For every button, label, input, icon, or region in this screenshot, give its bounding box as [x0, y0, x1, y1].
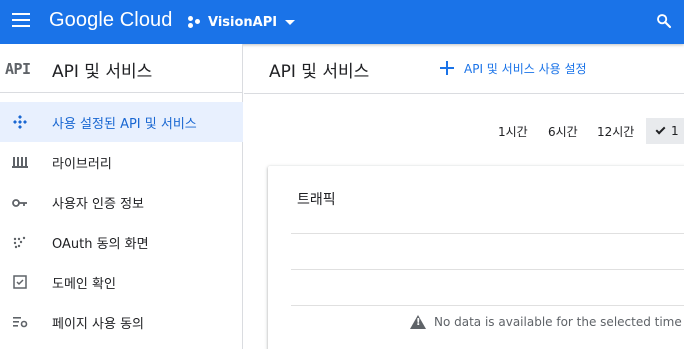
chart-gridline	[291, 269, 684, 270]
time-range-label: 12시간	[597, 124, 635, 139]
diamond-nodes-icon	[13, 115, 27, 129]
library-icon	[12, 157, 28, 168]
enable-apis-label: API 및 서비스 사용 설정	[464, 61, 587, 76]
key-icon	[12, 199, 27, 207]
search-icon[interactable]	[655, 12, 673, 30]
enable-apis-button[interactable]: API 및 서비스 사용 설정	[440, 57, 587, 79]
time-range-selected[interactable]: 1	[646, 118, 684, 144]
sidebar-header: API API 및 서비스	[0, 44, 243, 93]
project-icon	[188, 15, 202, 29]
menu-icon[interactable]	[12, 13, 30, 27]
sidebar: API API 및 서비스 사용 설정된 API 및 서비스 라이브러리 사용자…	[0, 44, 243, 349]
sidebar-item-label: OAuth 동의 화면	[52, 237, 149, 252]
google-cloud-logo[interactable]: Google Cloud	[49, 9, 173, 32]
sidebar-item-label: 도메인 확인	[52, 277, 116, 292]
sidebar-item-enabled-apis[interactable]: 사용 설정된 API 및 서비스	[0, 102, 243, 142]
chart-gridline	[291, 233, 684, 234]
top-app-bar: Google Cloud VisionAPI	[0, 0, 684, 44]
page-title: API 및 서비스	[269, 62, 370, 82]
time-range-label: 1시간	[498, 124, 528, 139]
time-range-label: 6시간	[548, 124, 578, 139]
oauth-dots-icon	[13, 236, 26, 249]
time-range-1h[interactable]: 1시간	[498, 118, 528, 144]
project-name: VisionAPI	[208, 14, 278, 30]
sidebar-item-oauth-consent[interactable]: OAuth 동의 화면	[0, 222, 243, 262]
api-logo-icon: API	[5, 60, 31, 78]
time-range-12h[interactable]: 12시간	[597, 118, 634, 144]
sidebar-item-page-usage-agreements[interactable]: 페이지 사용 동의	[0, 302, 243, 342]
sidebar-title: API 및 서비스	[52, 62, 153, 82]
settings-list-icon	[13, 317, 28, 328]
chart-gridline	[291, 305, 684, 306]
no-data-text: No data is available for the selected ti…	[434, 315, 684, 329]
sidebar-item-credentials[interactable]: 사용자 인증 정보	[0, 182, 243, 222]
chevron-down-icon	[285, 19, 296, 25]
warning-icon	[410, 315, 426, 329]
header-divider	[244, 93, 684, 94]
sidebar-item-domain-verification[interactable]: 도메인 확인	[0, 262, 243, 302]
project-selector[interactable]: VisionAPI	[188, 11, 296, 33]
sidebar-item-label: 라이브러리	[52, 157, 112, 172]
add-icon	[440, 61, 454, 75]
time-range-6h[interactable]: 6시간	[548, 118, 578, 144]
sidebar-item-label: 사용 설정된 API 및 서비스	[52, 117, 197, 132]
sidebar-item-label: 페이지 사용 동의	[52, 317, 144, 332]
checkbox-icon	[13, 275, 27, 289]
traffic-card-title: 트래픽	[297, 192, 336, 208]
sidebar-item-label: 사용자 인증 정보	[52, 197, 144, 212]
no-data-message: No data is available for the selected ti…	[410, 315, 684, 329]
time-range-label: 1	[671, 124, 679, 138]
check-icon	[655, 124, 666, 134]
sidebar-item-library[interactable]: 라이브러리	[0, 142, 243, 182]
